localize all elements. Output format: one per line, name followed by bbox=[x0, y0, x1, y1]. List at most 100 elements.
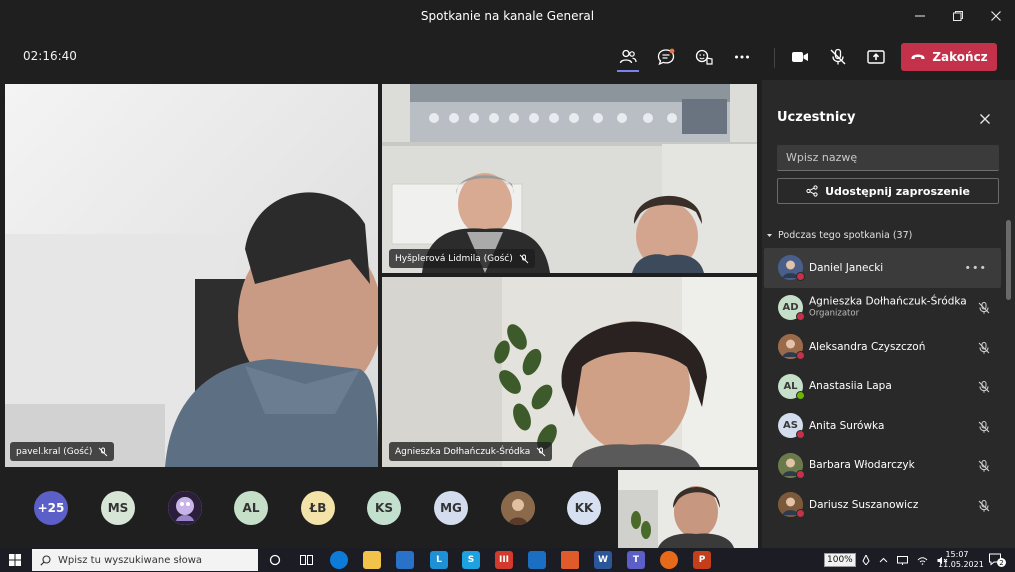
microphone-button[interactable] bbox=[824, 44, 852, 70]
self-video-preview[interactable] bbox=[618, 470, 758, 548]
participant-row[interactable]: AD Agnieszka Dołhańczuk-Śródka Organizator bbox=[762, 288, 1015, 328]
mail-icon[interactable] bbox=[528, 551, 546, 569]
battery-indicator[interactable]: 100% bbox=[824, 553, 856, 567]
video-feed bbox=[382, 84, 757, 273]
skype-icon[interactable]: S bbox=[462, 551, 480, 569]
participant-row[interactable]: Dariusz Suszanowicz bbox=[762, 485, 1015, 525]
taskbar-search-input[interactable] bbox=[58, 554, 248, 566]
leave-label: Zakończ bbox=[932, 50, 988, 64]
more-participants-avatar[interactable]: +25 bbox=[34, 491, 68, 525]
firefox-icon[interactable] bbox=[660, 551, 678, 569]
avatar-initials: AD bbox=[782, 301, 799, 313]
hang-up-icon bbox=[911, 54, 925, 59]
pen-icon[interactable] bbox=[862, 555, 870, 565]
participants-button[interactable] bbox=[614, 44, 642, 70]
participant-more-icon[interactable]: ••• bbox=[965, 261, 987, 274]
avatar[interactable]: MS bbox=[101, 491, 135, 525]
close-window-icon[interactable] bbox=[977, 0, 1015, 32]
participant-row[interactable]: Aleksandra Czyszczoń bbox=[762, 327, 1015, 367]
avatar[interactable]: ŁB bbox=[301, 491, 335, 525]
word-icon[interactable]: W bbox=[594, 551, 612, 569]
notification-center-button[interactable]: 2 bbox=[988, 552, 1006, 568]
system-clock[interactable]: 15:07 11.05.2021 bbox=[938, 550, 984, 570]
avatar-photo[interactable] bbox=[168, 491, 202, 525]
participant-search-input[interactable] bbox=[777, 145, 999, 171]
chat-button[interactable] bbox=[652, 44, 680, 70]
app-red-icon[interactable]: III bbox=[495, 551, 513, 569]
tile-name-label: pavel.kral (Gość) bbox=[10, 442, 115, 461]
participant-avatar-strip: +25 MS AL ŁB KS MG KK bbox=[0, 468, 762, 548]
avatar-label: MS bbox=[107, 501, 129, 515]
edge-icon[interactable] bbox=[330, 551, 348, 569]
participant-info: Dariusz Suszanowicz bbox=[809, 499, 918, 511]
participant-avatar-photo bbox=[778, 255, 805, 282]
invite-label: Udostępnij zaproszenie bbox=[825, 184, 970, 198]
mic-muted-icon bbox=[519, 254, 529, 263]
avatar[interactable]: MG bbox=[434, 491, 468, 525]
notification-count: 2 bbox=[997, 558, 1006, 567]
participant-name: Dariusz Suszanowicz bbox=[809, 498, 919, 511]
panel-close-button[interactable] bbox=[976, 110, 994, 128]
participant-info: Anita Surówka bbox=[809, 420, 884, 432]
avatar-label: KK bbox=[574, 501, 594, 515]
system-tray bbox=[862, 548, 948, 572]
panel-scrollbar[interactable] bbox=[1006, 220, 1011, 300]
task-view-icon[interactable] bbox=[297, 551, 315, 569]
avatar-image bbox=[168, 491, 202, 525]
clock-time: 15:07 bbox=[945, 550, 969, 559]
avatar-photo[interactable] bbox=[501, 491, 535, 525]
teams-icon[interactable]: T bbox=[627, 551, 645, 569]
participant-name: Anastasiia Lapa bbox=[809, 380, 892, 393]
participant-row[interactable]: AS Anita Surówka bbox=[762, 406, 1015, 446]
toolbar-separator bbox=[774, 48, 775, 68]
avatar[interactable]: AL bbox=[234, 491, 268, 525]
presence-status-icon bbox=[796, 351, 805, 361]
wifi-icon[interactable] bbox=[917, 556, 928, 565]
participant-avatar-photo bbox=[778, 334, 805, 361]
powerpoint-icon[interactable]: P bbox=[693, 551, 711, 569]
participant-avatar-photo bbox=[778, 452, 805, 479]
minimize-icon[interactable] bbox=[901, 0, 939, 32]
presence-status-icon bbox=[796, 390, 805, 400]
windows-start-icon[interactable] bbox=[9, 554, 21, 566]
participant-name: Barbara Włodarczyk bbox=[809, 459, 915, 472]
chevron-up-icon[interactable] bbox=[879, 556, 888, 565]
search-icon bbox=[40, 554, 51, 566]
video-tile-lidmila[interactable]: Hyšplerová Lidmila (Gość) bbox=[382, 84, 757, 273]
restore-icon[interactable] bbox=[939, 0, 977, 32]
participant-name: Hyšplerová Lidmila (Gość) bbox=[395, 253, 513, 264]
chevron-down-icon bbox=[767, 234, 772, 237]
cortana-icon[interactable] bbox=[266, 551, 284, 569]
reactions-button[interactable] bbox=[690, 44, 718, 70]
file-explorer-icon[interactable] bbox=[363, 551, 381, 569]
participant-avatar: AL bbox=[778, 373, 805, 400]
video-tile-agnieszka[interactable]: Agnieszka Dołhańczuk-Śródka bbox=[382, 277, 757, 467]
participants-panel: Uczestnicy Udostępnij zaproszenie Podcza… bbox=[762, 80, 1015, 548]
video-tile-pavel[interactable]: pavel.kral (Gość) bbox=[5, 84, 378, 467]
more-icon bbox=[735, 55, 749, 59]
share-screen-button[interactable] bbox=[862, 44, 890, 70]
network-icon[interactable] bbox=[897, 555, 908, 565]
active-tab-indicator bbox=[617, 70, 639, 72]
participant-row[interactable]: Daniel Janecki ••• bbox=[764, 248, 1001, 288]
camera-button[interactable] bbox=[786, 44, 814, 70]
participant-name: Aleksandra Czyszczoń bbox=[809, 340, 926, 353]
in-meeting-section-header[interactable]: Podczas tego spotkania (37) bbox=[766, 230, 912, 241]
avatar-label: AL bbox=[242, 501, 260, 515]
more-actions-button[interactable] bbox=[728, 44, 756, 70]
avatar[interactable]: KK bbox=[567, 491, 601, 525]
participant-info: Agnieszka Dołhańczuk-Śródka Organizator bbox=[809, 296, 967, 319]
store-icon[interactable] bbox=[396, 551, 414, 569]
avatar[interactable]: KS bbox=[367, 491, 401, 525]
participant-row[interactable]: Barbara Włodarczyk bbox=[762, 446, 1015, 486]
taskbar-search[interactable] bbox=[32, 549, 258, 571]
participant-row[interactable]: AL Anastasiia Lapa bbox=[762, 367, 1015, 407]
app-l-icon[interactable]: L bbox=[430, 551, 448, 569]
participant-name: Anita Surówka bbox=[809, 419, 885, 432]
leave-button[interactable]: Zakończ bbox=[901, 43, 997, 71]
presence-status-icon bbox=[796, 272, 805, 282]
participant-info: Aleksandra Czyszczoń bbox=[809, 341, 925, 353]
share-invite-button[interactable]: Udostępnij zaproszenie bbox=[777, 178, 999, 204]
chat-icon bbox=[657, 48, 675, 66]
app-orange-icon[interactable] bbox=[561, 551, 579, 569]
